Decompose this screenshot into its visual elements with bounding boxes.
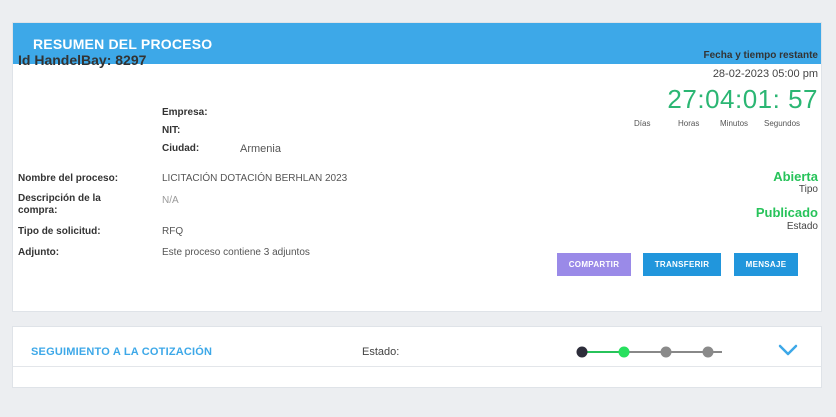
nit-label: NIT:	[162, 125, 181, 136]
ciudad-value: Armenia	[240, 143, 281, 155]
timer-title: Fecha y tiempo restante	[703, 50, 818, 61]
step-1-dot	[576, 346, 588, 358]
progress-stepper	[576, 346, 722, 358]
tracking-title[interactable]: SEGUIMIENTO A LA COTIZACIÓN	[31, 346, 212, 358]
adjunto-value: Este proceso contiene 3 adjuntos	[162, 247, 310, 258]
countdown-label-dias: Días	[634, 119, 651, 128]
transfer-button[interactable]: TRANSFERIR	[643, 253, 721, 276]
nombre-value: LICITACIÓN DOTACIÓN BERHLAN 2023	[162, 173, 348, 184]
countdown-label-minutos: Minutos	[720, 119, 749, 128]
estado-status: Publicado	[755, 205, 818, 220]
countdown-label-horas: Horas	[678, 119, 700, 128]
countdown: 27:04:01: 57	[667, 84, 818, 114]
step-3-dot	[660, 346, 672, 358]
process-id: Id HandelBay: 8297	[18, 52, 147, 68]
step-2-dot	[618, 346, 630, 358]
card-title: RESUMEN DEL PROCESO	[33, 35, 213, 52]
step-4-dot	[702, 346, 714, 358]
adjunto-label: Adjunto:	[18, 247, 60, 258]
tracking-estado-label: Estado:	[362, 346, 400, 358]
descripcion-label-line1: Descripción de la	[18, 193, 101, 204]
empresa-label: Empresa:	[162, 107, 208, 118]
tipo-status: Abierta	[773, 169, 818, 184]
tipo-label: Tipo	[798, 184, 818, 195]
tracking-divider	[13, 366, 821, 367]
tipo-solicitud-value: RFQ	[162, 226, 184, 237]
descripcion-label-line2: compra:	[18, 205, 58, 216]
countdown-label-segundos: Segundos	[764, 119, 801, 128]
deadline-date: 28-02-2023 05:00 pm	[712, 68, 818, 80]
estado-label: Estado	[786, 221, 818, 232]
descripcion-value: N/A	[162, 195, 179, 206]
message-button[interactable]: MENSAJE	[734, 253, 798, 276]
tracking-card: SEGUIMIENTO A LA COTIZACIÓN Estado:	[12, 326, 822, 388]
share-button[interactable]: COMPARTIR	[557, 253, 631, 276]
ciudad-label: Ciudad:	[162, 143, 200, 154]
nombre-label: Nombre del proceso:	[18, 173, 119, 184]
tipo-solicitud-label: Tipo de solicitud:	[18, 226, 101, 237]
chevron-down-icon[interactable]	[778, 343, 798, 357]
